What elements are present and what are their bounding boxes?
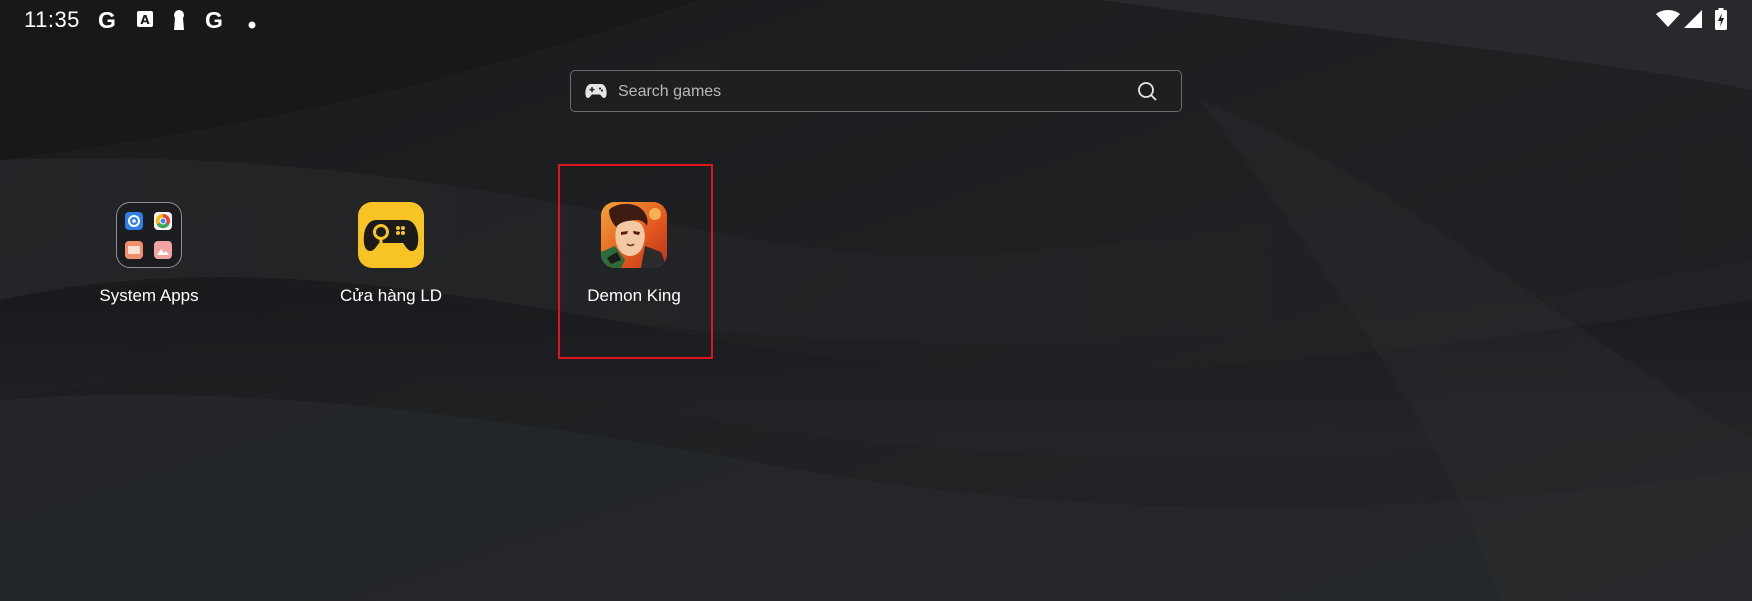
app-ld-store[interactable]: Cửa hàng LD — [301, 202, 481, 312]
search-icon[interactable] — [1137, 81, 1157, 106]
ld-store-gamepad-icon[interactable] — [358, 202, 424, 268]
demon-king-game-icon[interactable] — [601, 202, 667, 268]
search-bar[interactable] — [570, 70, 1182, 113]
font-icon: A — [136, 10, 154, 33]
app-label-system-apps: System Apps — [99, 286, 199, 305]
search-input[interactable] — [616, 71, 1100, 113]
battery-charging-icon — [1715, 8, 1727, 35]
keyhole-icon — [171, 9, 187, 36]
system-apps-folder-icon[interactable] — [116, 202, 182, 268]
app-label-demon-king: Demon King — [587, 286, 681, 305]
status-bar: 11:35 G A G — [0, 0, 1752, 40]
app-demon-king[interactable]: Demon King — [544, 202, 724, 312]
android-home-screen: 11:35 G A G Search games System Apps Cửa… — [0, 0, 1752, 601]
signal-icon — [1684, 10, 1702, 33]
svg-text:A: A — [140, 13, 150, 27]
app-system-apps[interactable]: System Apps — [59, 202, 239, 312]
status-clock: 11:35 — [24, 7, 80, 32]
app-label-ld-store: Cửa hàng LD — [339, 286, 443, 305]
dot-icon — [248, 16, 256, 34]
gamepad-icon — [585, 82, 607, 105]
google-icon: G — [205, 7, 223, 33]
google-icon: G — [98, 7, 116, 33]
wifi-icon — [1656, 10, 1680, 33]
